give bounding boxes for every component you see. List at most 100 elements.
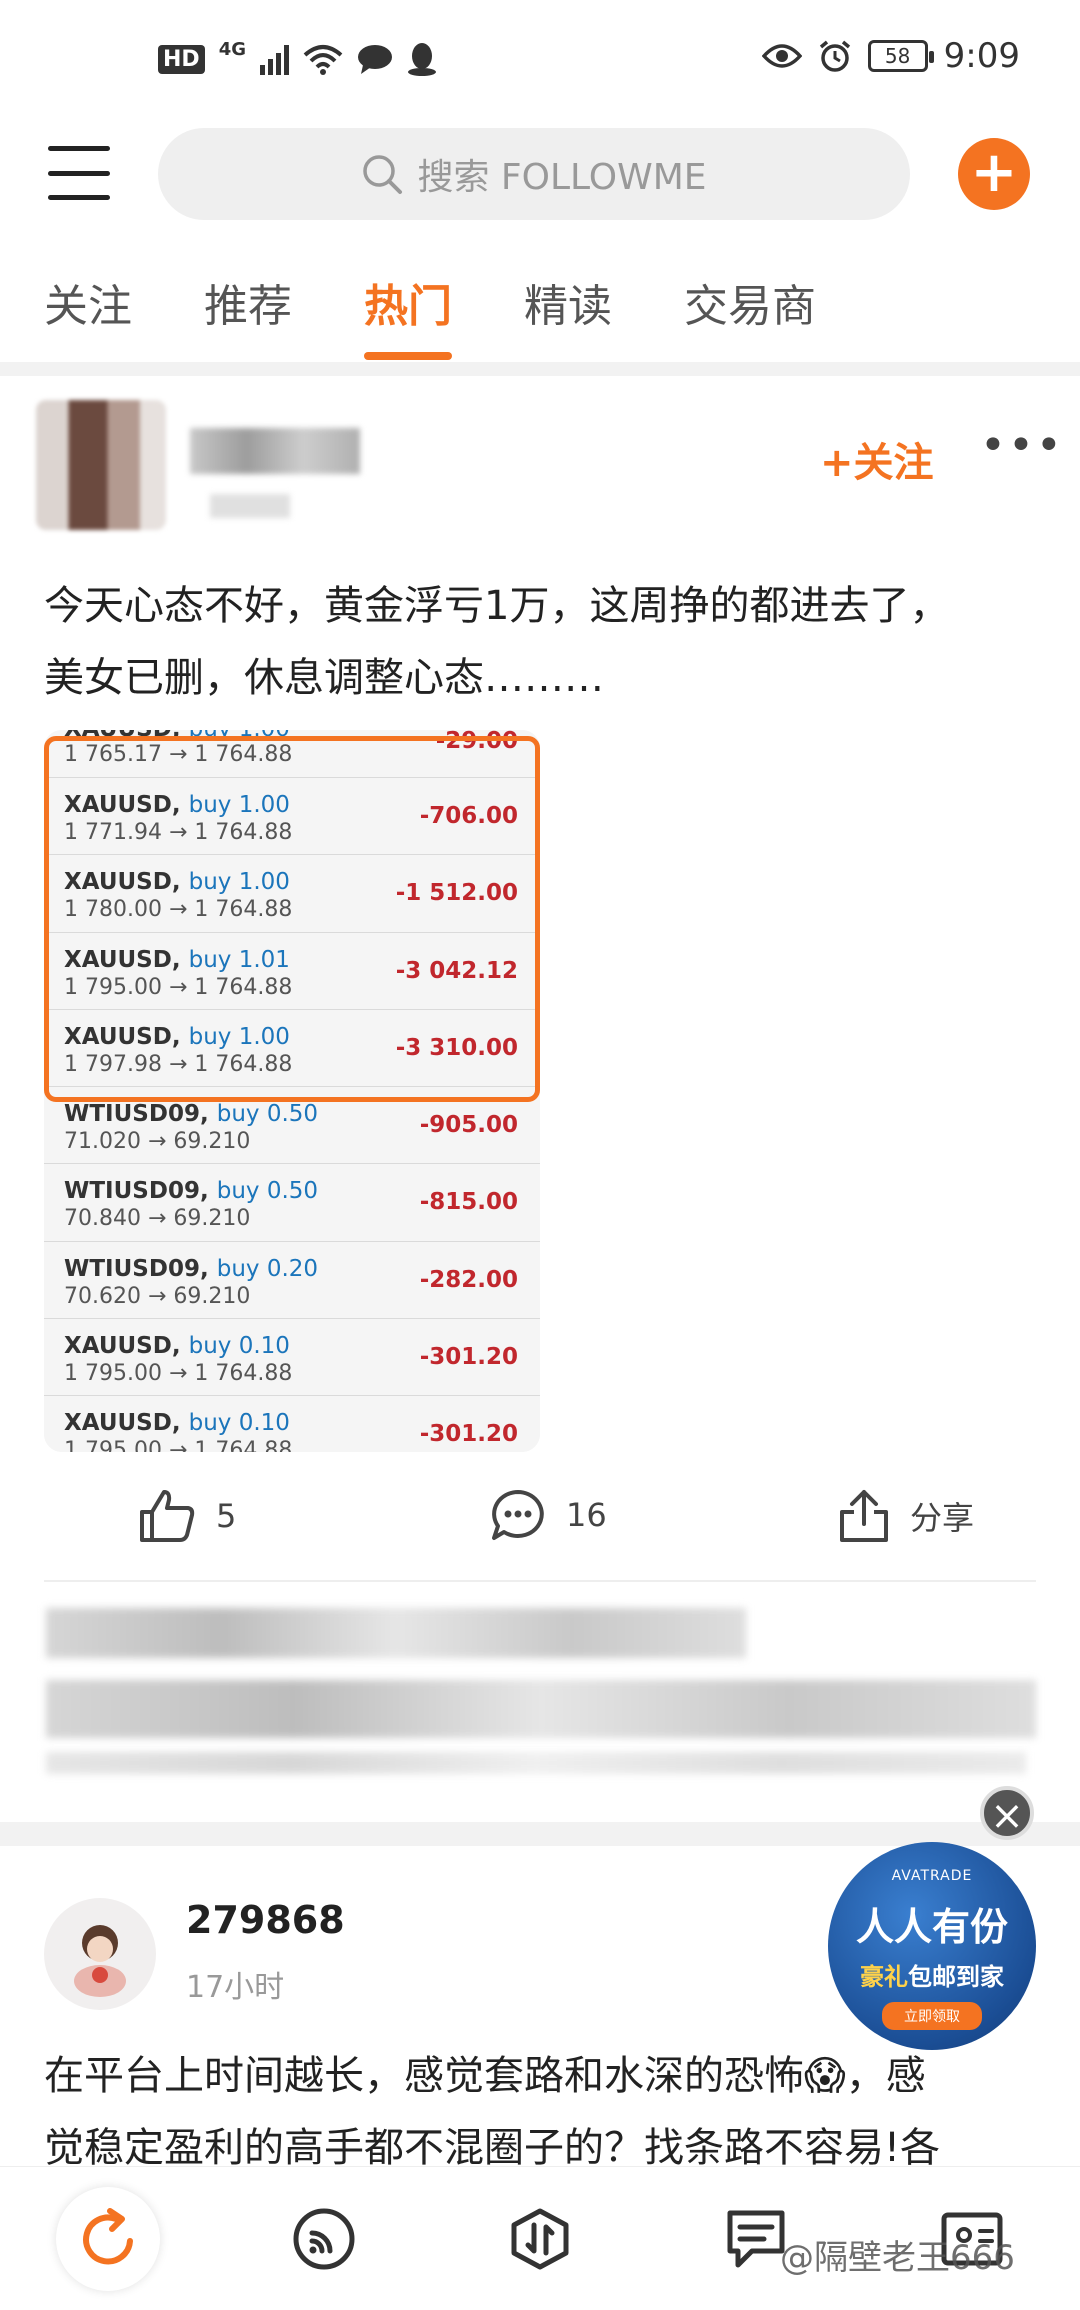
rss-icon bbox=[293, 2208, 355, 2270]
trade-direction: buy 1.00 bbox=[188, 869, 290, 896]
share-icon bbox=[840, 1490, 888, 1542]
clock: 9:09 bbox=[943, 36, 1020, 76]
feed-tabs: 关注 推荐 热门 精读 交易商 bbox=[44, 270, 816, 360]
follow-button[interactable]: +关注 bbox=[820, 430, 934, 488]
trade-direction: buy 1.00 bbox=[189, 730, 290, 742]
tab-hot[interactable]: 热门 bbox=[364, 270, 452, 360]
comment-preview-blurred bbox=[46, 1752, 1026, 1774]
share-button[interactable]: 分享 bbox=[838, 1488, 974, 1544]
trade-symbol: XAUUSD, bbox=[64, 946, 181, 973]
nav-feed[interactable] bbox=[288, 2203, 360, 2275]
trade-direction: buy 0.50 bbox=[216, 1178, 319, 1205]
trade-symbol: XAUUSD, bbox=[64, 1023, 181, 1050]
trade-row: WTIUSD09, buy 0.50 71.020 → 69.210 -905.… bbox=[44, 1087, 540, 1165]
qq-icon bbox=[408, 43, 436, 76]
comment-button[interactable]: 16 bbox=[490, 1488, 607, 1542]
trade-prices: 1 765.17 → 1 764.88 bbox=[64, 742, 293, 767]
ad-claim-button[interactable]: 立即领取 bbox=[882, 2002, 982, 2030]
comment-icon bbox=[492, 1490, 544, 1540]
trade-direction: buy 0.10 bbox=[188, 1333, 290, 1360]
trade-profit: -815.00 bbox=[419, 1189, 518, 1216]
message-icon bbox=[358, 45, 392, 74]
trade-profit: -905.00 bbox=[419, 1112, 518, 1139]
avatar-image bbox=[74, 1925, 126, 1997]
refresh-button[interactable] bbox=[56, 2187, 160, 2291]
battery-icon: 58 bbox=[867, 40, 934, 72]
scream-emoji: 😱 bbox=[804, 2053, 846, 2099]
post-text-segment: ，感 bbox=[845, 2053, 926, 2099]
username-blurred[interactable] bbox=[190, 428, 360, 474]
trade-row: XAUUSD, buy 1.00 1 780.00 → 1 764.88 -1 … bbox=[44, 855, 540, 933]
trade-profit: -3 042.12 bbox=[395, 957, 518, 984]
search-placeholder: 搜索 FOLLOWME bbox=[417, 157, 707, 198]
nav-trade[interactable] bbox=[504, 2203, 576, 2275]
refresh-icon bbox=[83, 2208, 133, 2265]
close-ad-button[interactable]: × bbox=[980, 1786, 1034, 1840]
wifi-icon bbox=[303, 45, 343, 75]
trade-profit: -3 310.00 bbox=[395, 1034, 518, 1061]
trade-prices: 1 795.00 → 1 764.88 bbox=[64, 1361, 293, 1387]
trade-prices: 70.620 → 69.210 bbox=[64, 1283, 251, 1309]
trade-symbol: XAUUSD, bbox=[64, 869, 181, 896]
trade-profit: -706.00 bbox=[419, 803, 518, 829]
trade-prices: 1 780.00 → 1 764.88 bbox=[64, 897, 293, 923]
trade-direction: buy 0.50 bbox=[216, 1101, 319, 1128]
trade-prices: 1 795.00 → 1 764.88 bbox=[64, 974, 293, 1000]
trade-row: WTIUSD09, buy 0.50 70.840 → 69.210 -815.… bbox=[44, 1164, 540, 1242]
trade-symbol: XAUUSD, bbox=[64, 792, 181, 818]
divider bbox=[44, 1580, 1036, 1582]
trade-symbol: XAUUSD, bbox=[64, 1410, 181, 1437]
comment-preview-blurred[interactable] bbox=[46, 1680, 1036, 1738]
post-text-segment: 在平台上时间越长，感觉套路和水深的恐怖 bbox=[44, 2053, 804, 2099]
ad-banner[interactable]: AVATRADE 人人有份 豪礼包邮到家 立即领取 bbox=[828, 1842, 1036, 2050]
trade-symbol: WTIUSD09, bbox=[64, 1101, 209, 1128]
trade-profit: -301.20 bbox=[419, 1344, 518, 1371]
trade-symbol: WTIUSD09, bbox=[64, 1255, 209, 1282]
like-button[interactable]: 5 bbox=[138, 1488, 236, 1544]
trade-row: XAUUSD, buy 1.00 1 765.17 → 1 764.88 -29… bbox=[44, 730, 540, 778]
post-text-line: 美女已删，休息调整心态……… bbox=[44, 655, 604, 701]
trade-profit: -1 512.00 bbox=[395, 880, 518, 907]
menu-icon[interactable] bbox=[48, 146, 110, 200]
trade-row: XAUUSD, buy 1.01 1 795.00 → 1 764.88 -3 … bbox=[44, 932, 540, 1010]
section-divider bbox=[0, 362, 1080, 376]
ad-sub-highlight: 豪礼 bbox=[860, 1963, 908, 1991]
eye-icon bbox=[761, 44, 802, 68]
tab-following[interactable]: 关注 bbox=[44, 270, 132, 360]
status-bar: HD 4G 58 9:09 bbox=[0, 0, 1080, 120]
trade-profit: -282.00 bbox=[419, 1266, 518, 1293]
tab-featured[interactable]: 精读 bbox=[524, 270, 612, 360]
trade-symbol: XAUUSD, bbox=[64, 1333, 181, 1360]
add-post-button[interactable]: + bbox=[958, 138, 1030, 210]
post-text-line: 在平台上时间越长，感觉套路和水深的恐怖😱，感 bbox=[44, 2040, 1044, 2112]
comment-preview-blurred[interactable] bbox=[46, 1608, 746, 1658]
trade-direction: buy 0.20 bbox=[216, 1255, 319, 1282]
tab-recommended[interactable]: 推荐 bbox=[204, 270, 292, 360]
trade-row: XAUUSD, buy 1.00 1 771.94 → 1 764.88 -70… bbox=[44, 778, 540, 856]
username[interactable]: 279868 bbox=[186, 1898, 345, 1942]
hd-icon: HD bbox=[158, 44, 205, 74]
comment-count: 16 bbox=[566, 1496, 607, 1534]
avatar[interactable] bbox=[44, 1898, 156, 2010]
trade-arrows-icon bbox=[511, 2208, 569, 2270]
trade-prices: 1 797.98 → 1 764.88 bbox=[64, 1051, 293, 1077]
trade-prices: 70.840 → 69.210 bbox=[64, 1206, 251, 1232]
trade-direction: buy 0.10 bbox=[188, 1410, 290, 1437]
trade-profit: -301.20 bbox=[419, 1421, 518, 1448]
signal-icon bbox=[260, 43, 289, 75]
like-count: 5 bbox=[216, 1497, 237, 1535]
trade-direction: buy 1.01 bbox=[188, 946, 290, 973]
trade-profit: -29.00 bbox=[435, 730, 518, 754]
tab-brokers[interactable]: 交易商 bbox=[684, 270, 816, 360]
search-input[interactable]: 搜索 FOLLOWME bbox=[158, 128, 910, 220]
more-options-icon[interactable]: ••• bbox=[980, 420, 1064, 471]
trade-screenshot[interactable]: XAUUSD, buy 1.00 1 765.17 → 1 764.88 -29… bbox=[44, 730, 540, 1452]
avatar[interactable] bbox=[36, 400, 166, 530]
trade-row: XAUUSD, buy 0.10 1 795.00 → 1 764.88 -30… bbox=[44, 1396, 540, 1452]
trade-prices: 1 771.94 → 1 764.88 bbox=[64, 820, 293, 845]
trade-direction: buy 1.00 bbox=[188, 1023, 290, 1050]
network-type: 4G bbox=[218, 38, 246, 60]
top-bar: 搜索 FOLLOWME + bbox=[0, 128, 1080, 228]
watermark: @隔壁老王666 bbox=[780, 2238, 1015, 2278]
post-actions: 5 16 分享 bbox=[0, 1470, 1080, 1560]
